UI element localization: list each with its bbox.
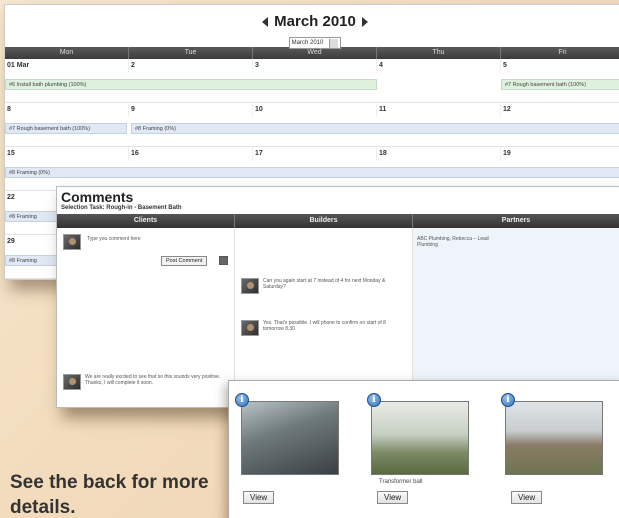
month-select-value: March 2010 [291, 40, 324, 46]
day-number[interactable]: 16 [129, 147, 253, 161]
calendar-title: March 2010 [274, 13, 356, 30]
avatar [63, 234, 81, 250]
photos-window: i View i Transformer ball View i View [228, 380, 619, 518]
day-number[interactable]: 2 [129, 59, 253, 73]
day-header-fri: Fri [501, 47, 619, 59]
day-number[interactable]: 5 [501, 59, 619, 73]
avatar [241, 320, 259, 336]
tagline: See the back for more details. [10, 472, 209, 518]
column-builders: Builders [235, 214, 413, 228]
day-number[interactable]: 11 [377, 103, 501, 117]
day-number[interactable]: 4 [377, 59, 501, 73]
attach-icon[interactable] [219, 256, 228, 265]
week-row: 8 9 10 11 12 #7 Rough basement bath (100… [5, 103, 619, 147]
comments-subtitle: Selection Task: Rough-in - Basement Bath [61, 205, 182, 211]
task-bar[interactable]: #8 Framing (0%) [131, 123, 619, 134]
info-icon[interactable]: i [367, 393, 381, 407]
photo-caption: Transformer ball [379, 479, 423, 485]
photo-thumbnail[interactable] [241, 401, 339, 475]
day-number[interactable]: 15 [5, 147, 129, 161]
comments-title: Comments [61, 189, 134, 205]
task-bar[interactable]: #6 Install bath plumbing (100%) [5, 79, 377, 90]
info-icon[interactable]: i [501, 393, 515, 407]
column-partners: Partners [413, 214, 619, 228]
day-number[interactable]: 3 [253, 59, 377, 73]
partner-note: ABC Plumbing, Rebecca – Lead Plumbing [417, 236, 489, 248]
day-number[interactable]: 12 [501, 103, 619, 117]
day-header-tue: Tue [129, 47, 253, 59]
week-row: 01 Mar 2 3 4 5 #6 Install bath plumbing … [5, 59, 619, 103]
comments-window: Comments Selection Task: Rough-in - Base… [56, 186, 619, 408]
day-number[interactable]: 18 [377, 147, 501, 161]
day-number[interactable]: 10 [253, 103, 377, 117]
comments-column-headers: Clients Builders Partners [57, 214, 619, 228]
week-row: 15 16 17 18 19 #8 Framing (0%) [5, 147, 619, 191]
task-bar[interactable]: #7 Rough basement bath (100%) [501, 79, 619, 90]
view-button[interactable]: View [377, 491, 409, 504]
comment-text: We are really excited to see that so thi… [85, 374, 221, 386]
comment-text: Can you again start at 7 instead of 4 fo… [263, 278, 386, 290]
column-clients: Clients [57, 214, 235, 228]
day-header-mon: Mon [5, 47, 129, 59]
next-month-icon[interactable] [362, 16, 369, 27]
prev-month-icon[interactable] [261, 16, 268, 27]
calendar-header: March 2010 March 2010 [5, 5, 619, 49]
day-number[interactable]: 19 [501, 147, 619, 161]
avatar [63, 374, 81, 390]
post-comment-button[interactable]: Post Comment [161, 256, 208, 266]
day-number[interactable]: 8 [5, 103, 129, 117]
comment-input[interactable]: Type you comment here [87, 236, 217, 242]
day-headers: Mon Tue Wed Thu Fri [5, 47, 619, 59]
view-button[interactable]: View [243, 491, 275, 504]
day-number[interactable]: 9 [129, 103, 253, 117]
day-number[interactable]: 17 [253, 147, 377, 161]
comment-text: Yes. That's possible. I will phone to co… [263, 320, 386, 332]
task-bar[interactable]: #8 Framing (0%) [5, 167, 619, 178]
avatar [241, 278, 259, 294]
day-header-thu: Thu [377, 47, 501, 59]
day-number[interactable]: 01 Mar [5, 59, 129, 73]
view-button[interactable]: View [511, 491, 543, 504]
photo-thumbnail[interactable] [371, 401, 469, 475]
info-icon[interactable]: i [235, 393, 249, 407]
day-header-wed: Wed [253, 47, 377, 59]
photo-thumbnail[interactable] [505, 401, 603, 475]
task-bar[interactable]: #7 Rough basement bath (100%) [5, 123, 127, 134]
